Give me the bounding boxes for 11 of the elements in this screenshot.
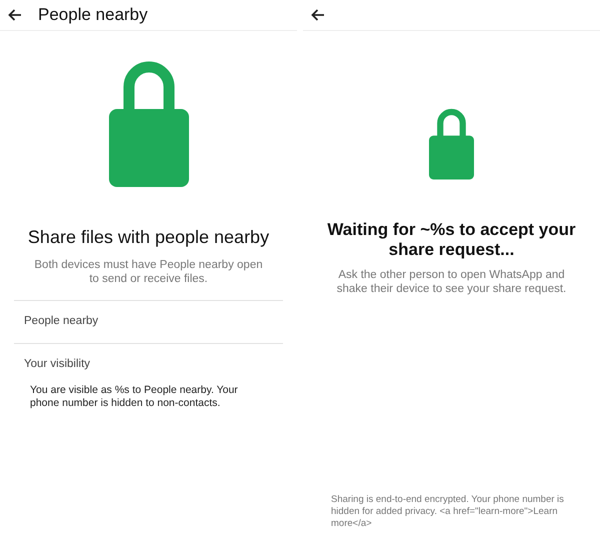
heading: Share files with people nearby (26, 227, 270, 248)
description: Both devices must have People nearby open to send or receive files. (33, 258, 264, 286)
section-label: Your visibility (24, 358, 92, 370)
visibility-text: You are visible as %s to People nearby. Your phone number is hidden to non-contacts. (29, 383, 239, 410)
back-icon[interactable] (8, 9, 22, 21)
description: Ask the other person to open WhatsApp and shake their device to see your share request. (336, 268, 568, 296)
heading: Waiting for ~%s to accept your share request... (326, 220, 577, 260)
section-label: People nearby (24, 315, 100, 327)
back-icon[interactable] (311, 9, 325, 21)
screen-title: People nearby (38, 5, 148, 25)
encryption-note: Sharing is end-to-end encrypted. Your phone number is hidden for added privacy. <a href="learn-more">Learn more</a> (330, 494, 565, 531)
